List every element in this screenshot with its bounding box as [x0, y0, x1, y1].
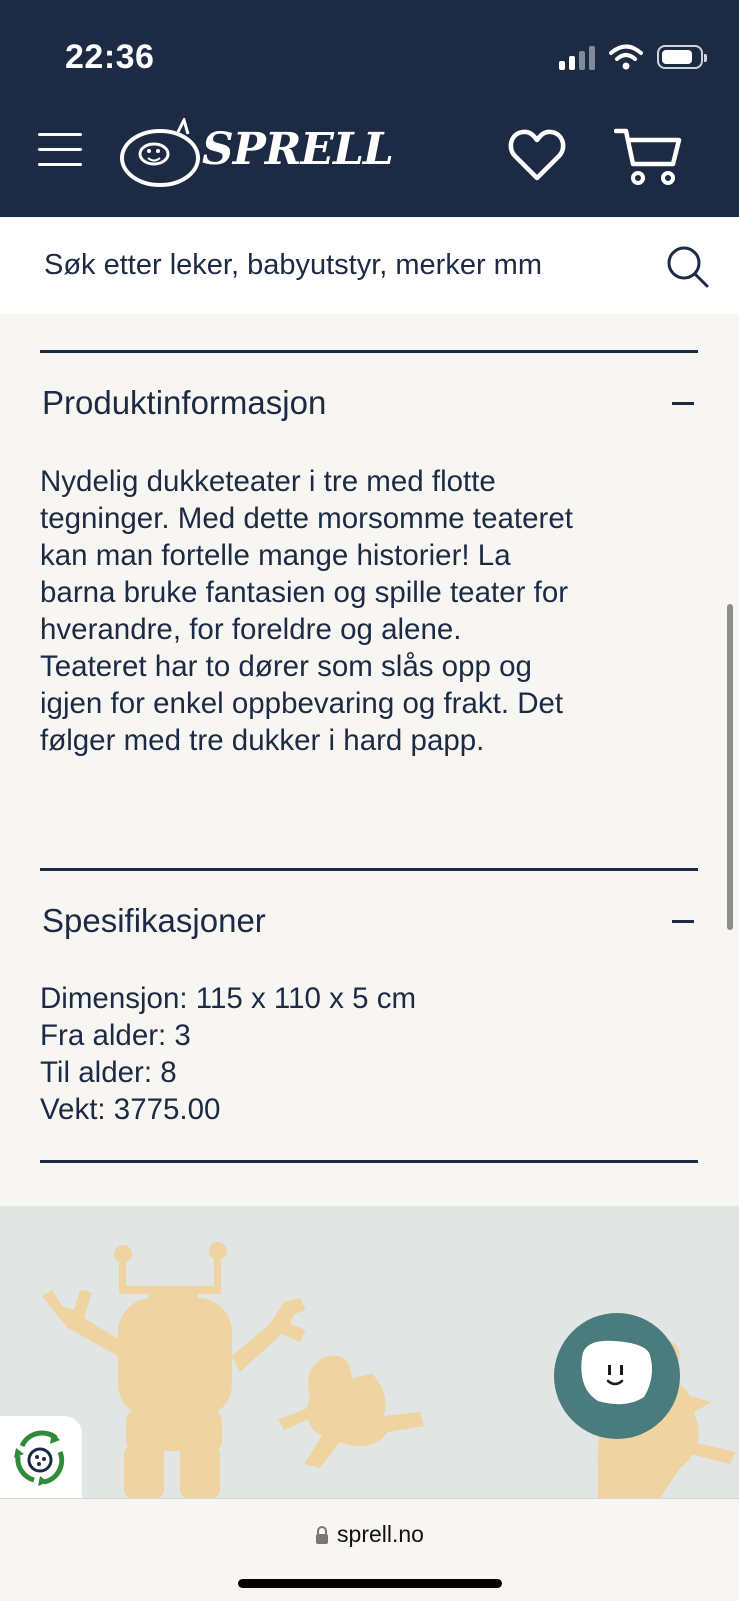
chat-face-icon	[581, 1340, 652, 1405]
brand-wordmark: SPRELL	[202, 124, 394, 175]
spec-max-age: Til alder: 8	[40, 1056, 177, 1089]
description-paragraph: Nydelig dukketeater i tre med flotte teg…	[40, 465, 573, 646]
hamburger-icon	[38, 133, 82, 136]
search-icon	[667, 246, 709, 288]
divider	[40, 1160, 698, 1163]
status-icons	[559, 44, 707, 70]
scrollbar[interactable]	[727, 604, 733, 930]
accordion-header-produktinformasjon[interactable]: Produktinformasjon	[40, 376, 698, 436]
product-details: Produktinformasjon Nydelig dukketeater i…	[0, 314, 739, 1206]
home-indicator[interactable]	[238, 1579, 502, 1588]
cart-icon	[613, 128, 682, 185]
recycle-icon	[14, 1430, 65, 1486]
menu-button[interactable]	[38, 133, 82, 169]
cart-button[interactable]	[613, 126, 682, 188]
accordion-header-spesifikasjoner[interactable]: Spesifikasjoner	[40, 894, 698, 954]
heart-icon	[508, 129, 566, 181]
spec-weight: Vekt: 3775.00	[40, 1093, 221, 1126]
search-input[interactable]	[44, 243, 634, 287]
cellular-signal-icon	[559, 44, 595, 70]
accordion-title: Produktinformasjon	[42, 384, 327, 421]
browser-address-bar: sprell.no	[0, 1498, 739, 1601]
divider	[40, 350, 698, 353]
logo-face-icon	[120, 115, 200, 187]
chat-button[interactable]	[554, 1313, 680, 1439]
description-paragraph: Teateret har to dører som slås opp og ig…	[40, 650, 564, 757]
app-header: 22:36 SPRELL	[0, 0, 739, 217]
battery-icon	[657, 45, 707, 69]
search-bar	[0, 217, 739, 314]
accordion-title: Spesifikasjoner	[42, 902, 266, 939]
wishlist-button[interactable]	[508, 128, 566, 182]
collapse-icon	[672, 920, 694, 923]
spec-dimension: Dimensjon: 115 x 110 x 5 cm	[40, 982, 417, 1015]
url-field[interactable]: sprell.no	[0, 1521, 739, 1548]
recycle-badge[interactable]	[0, 1416, 82, 1498]
url-text: sprell.no	[337, 1521, 424, 1547]
sprell-logo[interactable]: SPRELL	[118, 115, 394, 195]
wifi-icon	[609, 44, 643, 70]
product-description: Nydelig dukketeater i tre med flotte teg…	[40, 463, 580, 759]
search-button[interactable]	[666, 245, 710, 289]
lock-icon	[316, 1526, 329, 1544]
divider	[40, 868, 698, 871]
collapse-icon	[672, 402, 694, 405]
status-time: 22:36	[65, 38, 155, 76]
spec-min-age: Fra alder: 3	[40, 1019, 191, 1052]
specifications-list: Dimensjon: 115 x 110 x 5 cm Fra alder: 3…	[40, 980, 640, 1128]
